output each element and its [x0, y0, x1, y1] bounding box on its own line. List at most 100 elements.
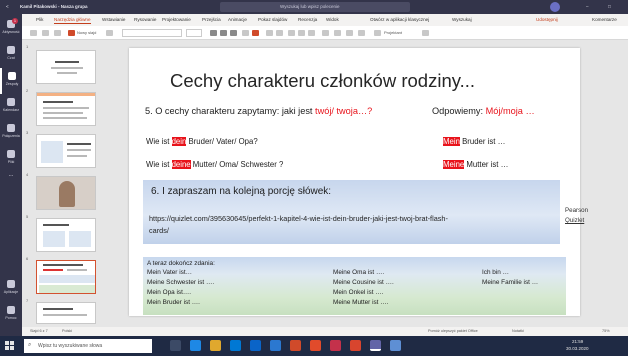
highlight-icon[interactable] — [242, 30, 249, 36]
italic-icon[interactable] — [220, 30, 227, 36]
numbering-icon[interactable] — [276, 30, 283, 36]
zoom-level[interactable]: 75% — [602, 329, 610, 333]
format-painter-icon[interactable] — [54, 30, 61, 36]
exercise-cell: Meine Oma ist …. — [333, 269, 385, 276]
menu-draw[interactable]: Rysowanie — [134, 17, 156, 22]
comments-button[interactable]: Komentarze — [592, 17, 617, 22]
bullets-icon[interactable] — [266, 30, 273, 36]
rail-item-chat[interactable]: Czat — [0, 42, 22, 68]
menu-open-desktop[interactable]: Otwórz w aplikacji klasycznej — [370, 17, 429, 22]
menu-slideshow[interactable]: Pokaz slajdów — [258, 17, 287, 22]
powerpoint-icon[interactable] — [290, 340, 301, 351]
undo-icon[interactable] — [30, 30, 37, 36]
menu-home[interactable]: Narzędzia główne — [54, 17, 91, 24]
feedback-link[interactable]: Pomóż ulepszyć pakiet Office — [428, 329, 478, 333]
rail-label: Pliki — [7, 160, 15, 164]
layout-icon[interactable] — [106, 30, 113, 36]
rail-item-files[interactable]: Pliki — [0, 146, 22, 172]
thumbnail-number: 3 — [26, 130, 29, 135]
maximize-icon[interactable]: □ — [608, 4, 611, 9]
font-size-select[interactable] — [186, 29, 202, 37]
menu-design[interactable]: Projektowanie — [162, 17, 191, 22]
apps-icon — [7, 280, 15, 288]
highlighted-word: dein — [171, 137, 187, 146]
designer-icon[interactable] — [374, 30, 381, 36]
clock-date[interactable]: 30.03.2020 — [566, 346, 589, 351]
font-color-icon[interactable] — [252, 30, 259, 36]
sentence-part: Bruder/ Vater/ Opa? — [186, 137, 258, 146]
minimize-icon[interactable]: – — [586, 4, 589, 9]
word-icon[interactable] — [270, 340, 281, 351]
more-options-icon[interactable] — [422, 30, 429, 36]
menu-file[interactable]: Plik — [36, 17, 43, 22]
rail-item-calls[interactable]: Połączenia — [0, 120, 22, 146]
question-red-text: twój/ twoja…? — [315, 106, 373, 116]
menu-transitions[interactable]: Przejścia — [202, 17, 221, 22]
slide-thumbnail-5[interactable] — [36, 218, 96, 252]
rail-item-calendar[interactable]: Kalendarz — [0, 94, 22, 120]
new-slide-button[interactable]: Nowy slajd — [77, 30, 96, 35]
mail-icon[interactable] — [250, 340, 261, 351]
teams-icon[interactable] — [370, 340, 381, 351]
language-indicator[interactable]: Polski — [62, 329, 72, 333]
slide-thumbnail-4[interactable] — [36, 176, 96, 210]
file-explorer-icon[interactable] — [210, 340, 221, 351]
slide-thumbnail-2[interactable] — [36, 92, 96, 126]
rail-label: Kalendarz — [2, 108, 20, 112]
menu-search[interactable]: Wyszukaj — [452, 17, 472, 22]
exercise-box: A teraz dokończ zdania: Mein Vater ist… … — [143, 257, 566, 315]
answer-masculine: Mein Bruder ist … — [443, 137, 505, 146]
search-icon[interactable] — [358, 30, 365, 36]
back-arrow-icon[interactable]: < — [6, 4, 9, 9]
slide-thumbnail-7[interactable] — [36, 302, 96, 324]
taskbar-search-placeholder: Wpisz tu wyszukiwane słowa — [38, 343, 103, 349]
slide-thumbnail-3[interactable] — [36, 134, 96, 168]
slide-canvas[interactable]: Cechy charakteru członków rodziny... 5. … — [129, 48, 588, 316]
thumbnail-number: 4 — [26, 172, 29, 177]
slide-thumbnail-6[interactable] — [36, 260, 96, 294]
align-right-icon[interactable] — [308, 30, 315, 36]
rail-item-more[interactable]: ... — [0, 172, 22, 198]
exercise-cell: Mein Onkel ist …. — [333, 289, 384, 296]
photos-icon[interactable] — [390, 340, 401, 351]
align-left-icon[interactable] — [288, 30, 295, 36]
notes-button[interactable]: Notatki — [512, 329, 524, 333]
share-button[interactable]: Udostępnij — [536, 17, 558, 22]
fill-icon[interactable] — [346, 30, 353, 36]
menu-review[interactable]: Recenzja — [298, 17, 317, 22]
designer-button[interactable]: Projektant — [384, 30, 402, 35]
pdf-icon[interactable] — [330, 340, 341, 351]
browser-icon[interactable] — [350, 340, 361, 351]
clipboard-icon[interactable] — [42, 30, 49, 36]
arrange-icon[interactable] — [334, 30, 341, 36]
taskbar-search-input[interactable]: ⌕ Wpisz tu wyszukiwane słowa — [24, 339, 152, 353]
shapes-icon[interactable] — [322, 30, 329, 36]
clock-time[interactable]: 21:59 — [572, 339, 583, 344]
bold-icon[interactable] — [210, 30, 217, 36]
align-center-icon[interactable] — [298, 30, 305, 36]
rail-item-help[interactable]: Pomoc — [0, 302, 22, 328]
underline-icon[interactable] — [230, 30, 237, 36]
windows-taskbar: ⌕ Wpisz tu wyszukiwane słowa 21:59 30.03… — [0, 336, 628, 356]
question-line: 5. O cechy charakteru zapytamy: jaki jes… — [145, 106, 372, 116]
rail-item-activity[interactable]: 1 Aktywność — [0, 16, 22, 42]
chrome-icon[interactable] — [310, 340, 321, 351]
quizlet-label[interactable]: Quizlet — [565, 217, 584, 224]
rail-item-apps[interactable]: Aplikacje — [0, 276, 22, 302]
store-icon[interactable] — [230, 340, 241, 351]
quizlet-link-cont[interactable]: cards/ — [149, 226, 169, 235]
user-avatar[interactable] — [550, 2, 560, 12]
menu-animations[interactable]: Animacje — [228, 17, 247, 22]
task-view-icon[interactable] — [170, 340, 181, 351]
slide-thumbnail-1[interactable] — [36, 50, 96, 84]
menu-insert[interactable]: Wstawianie — [102, 17, 126, 22]
quizlet-link[interactable]: https://quizlet.com/395630645/perfekt-1-… — [149, 214, 448, 223]
windows-start-icon[interactable] — [5, 341, 14, 350]
menu-view[interactable]: Widok — [326, 17, 339, 22]
new-slide-icon[interactable] — [68, 30, 75, 36]
font-name-select[interactable] — [122, 29, 182, 37]
ppt-status-bar: Slajd 6 z 7 Polski Pomóż ulepszyć pakiet… — [22, 327, 628, 336]
rail-item-teams[interactable]: Zespoły — [0, 68, 22, 94]
edge-icon[interactable] — [190, 340, 201, 351]
teams-search-input[interactable]: Wyszukaj lub wpisz polecenie — [220, 2, 410, 12]
